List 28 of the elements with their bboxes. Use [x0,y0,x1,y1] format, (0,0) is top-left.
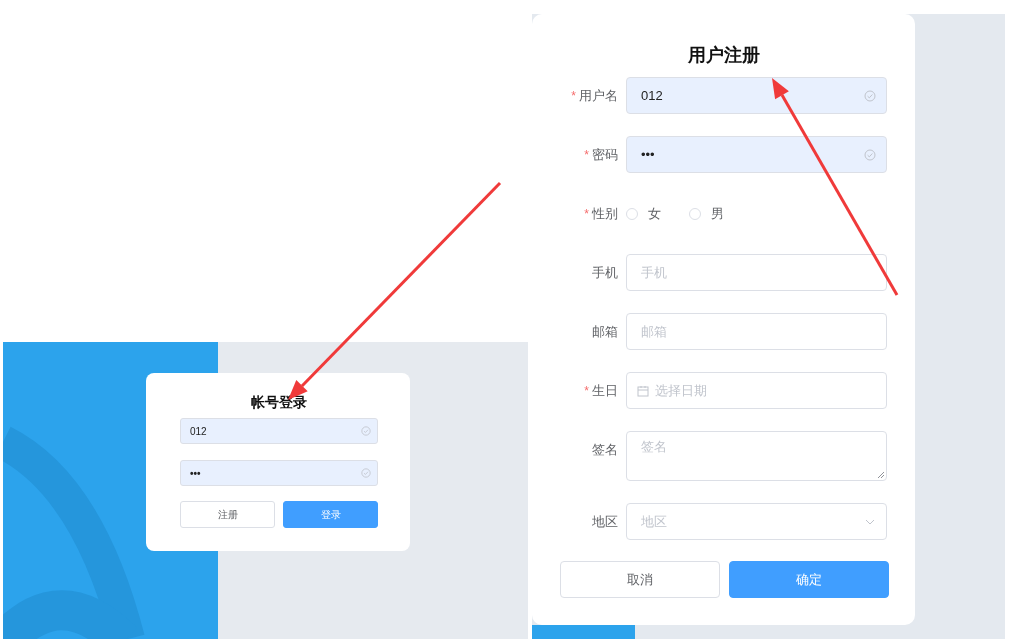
field-label: 手机 [592,263,618,282]
input-field[interactable]: 012 [626,77,887,114]
secondary-button[interactable]: 取消 [560,561,720,598]
field-label: 邮箱 [592,322,618,341]
field-label: 用户名 [579,86,618,105]
required-asterisk: * [584,147,589,162]
required-asterisk: * [584,383,589,398]
field-label: 签名 [592,441,618,459]
radio-option[interactable]: 女 [626,204,661,223]
radio-option[interactable]: 男 [689,204,724,223]
field-label: 地区 [592,512,618,531]
field-label: 密码 [592,145,618,164]
resize-handle-icon [876,470,885,479]
secondary-button[interactable]: 注册 [180,501,275,528]
password-field[interactable]: ••• [180,460,378,486]
login-title: 帐号登录 [251,393,307,411]
required-asterisk: * [584,206,589,221]
check-icon [864,148,876,161]
calendar-icon [637,384,649,397]
required-asterisk: * [571,88,576,103]
check-icon [361,426,371,436]
form-title: 用户注册 [686,44,761,67]
field-label: 生日 [592,381,618,400]
check-icon [361,468,371,478]
input-field[interactable]: ••• [626,136,887,173]
field-label: 性别 [592,204,618,223]
check-icon [864,89,876,102]
input-field[interactable]: 012 [180,418,378,444]
